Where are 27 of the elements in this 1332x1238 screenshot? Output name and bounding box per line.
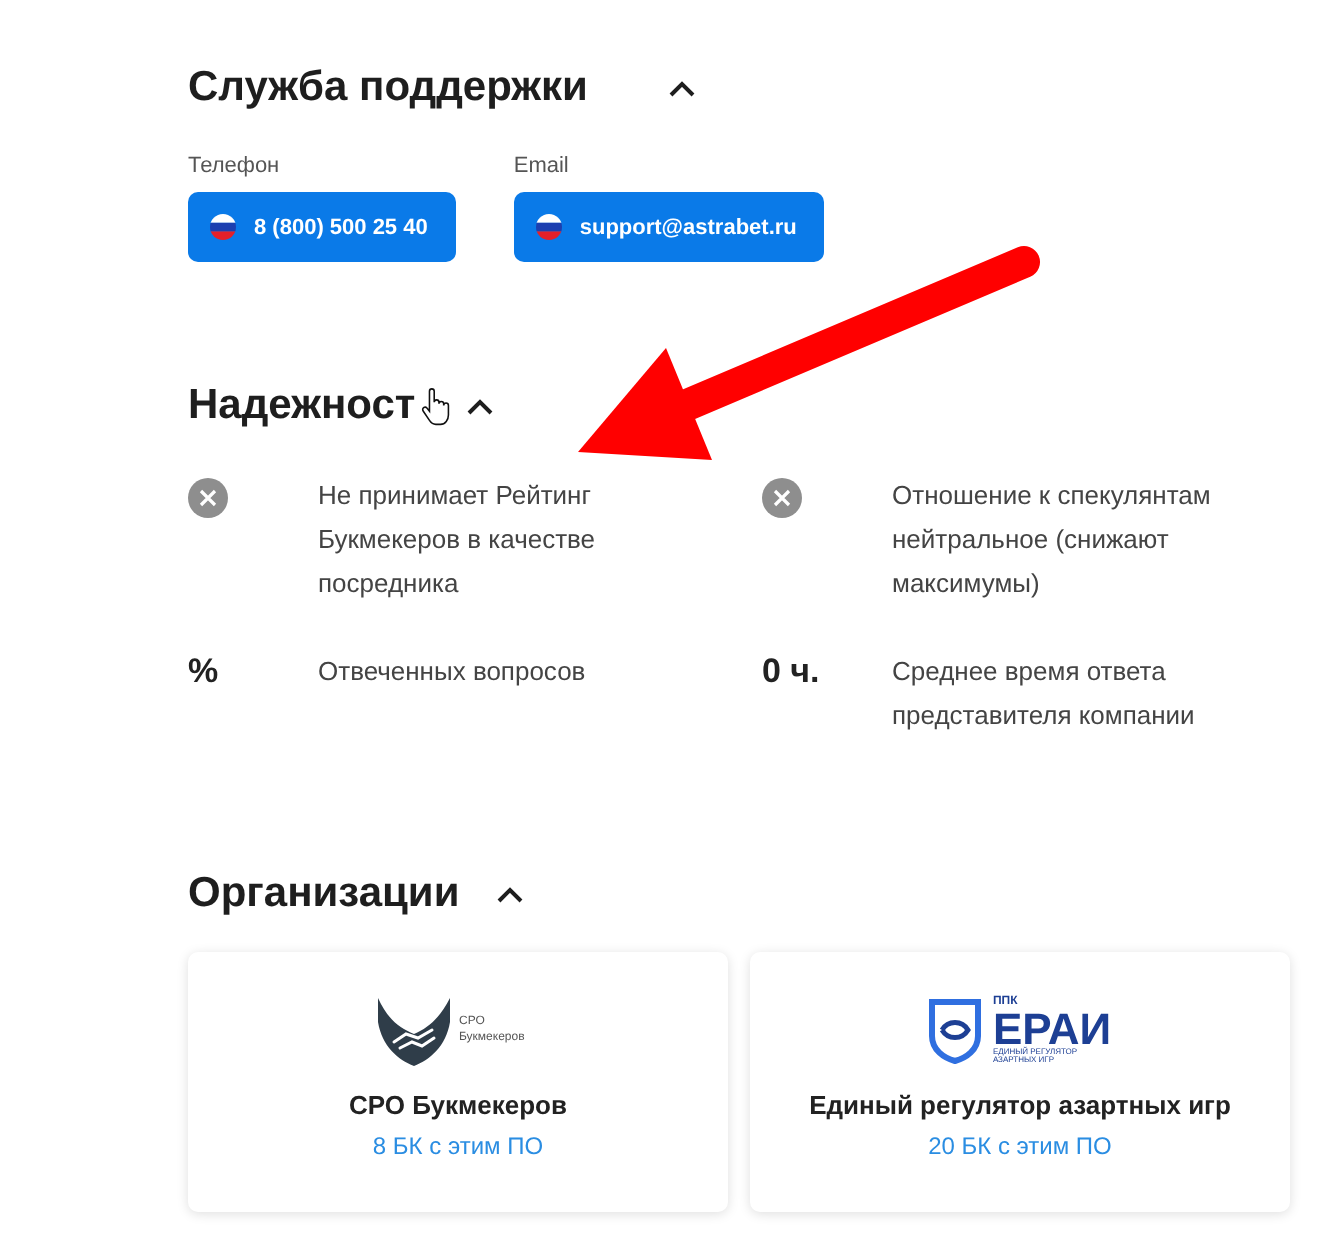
section-title: Служба поддержки [188,62,588,114]
bookmakers-link[interactable]: 8 БК с этим ПО [372,1128,544,1164]
caret-icon[interactable] [465,397,494,415]
section-title: Организации [188,868,460,920]
feature-text: Отвеченных вопросов [318,654,588,690]
x-circle-icon [188,478,228,518]
shield-emblem-icon [928,997,983,1063]
bookmakers-link[interactable]: 20 БК с этим ПО [928,1128,1112,1164]
field-label: Телефон [188,152,280,180]
section-title: Надежност [188,380,416,432]
logo-wordmark: ЕРАИ [992,1010,1112,1048]
feature-text: Не принимает Рейтинг Букмекеров в качестве посредника [318,478,598,602]
caret-icon[interactable] [667,79,696,97]
organization-name: Единый регулятор азартных игр [809,1088,1231,1124]
contact-button[interactable]: 8 (800) 500 25 40 [188,192,456,262]
feature-text: Отношение к спекулянтам нейтральное (снижают максимумы) [892,478,1213,602]
flag-icon [210,214,236,240]
organization-name: СРО Букмекеров [349,1088,567,1124]
stat-value: 0 ч. [762,650,820,694]
feature-text: Среднее время ответа представителя компании [892,654,1197,734]
caret-icon[interactable] [495,885,524,903]
handshake-emblem-icon [377,995,449,1065]
x-circle-icon [762,478,802,518]
flag-icon [535,214,562,240]
field-label: Email [513,152,569,180]
stat-value: % [188,650,219,694]
contact-button[interactable]: support@astrabet.ru [513,192,825,262]
